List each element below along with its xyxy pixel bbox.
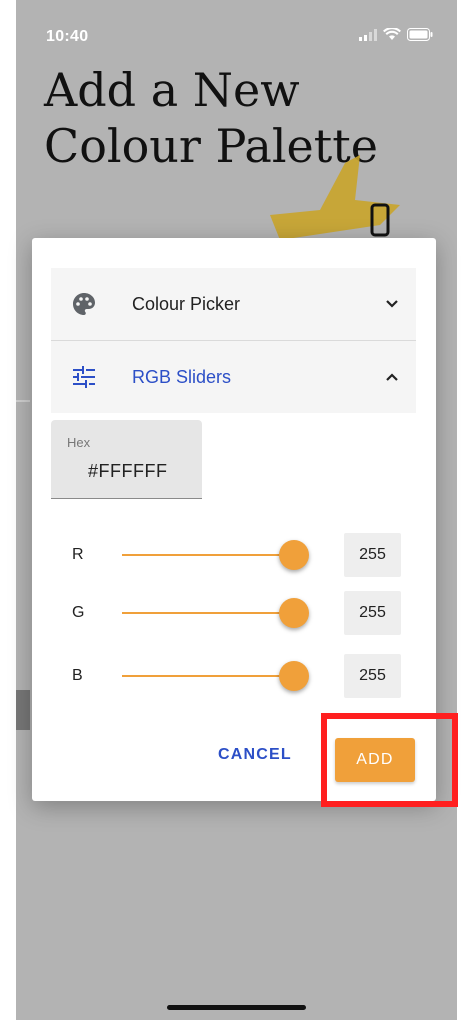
status-time: 10:40 [46,28,89,45]
slider-thumb[interactable] [279,661,309,691]
slider-row-red: R 255 [32,533,436,577]
accordion-label: Colour Picker [132,294,241,314]
accordion-label: RGB Sliders [132,367,232,387]
slider-thumb[interactable] [279,540,309,570]
home-indicator[interactable] [167,1005,306,1010]
accordion-colour-picker[interactable]: Colour Picker [51,268,416,340]
chevron-up-icon [384,369,400,385]
slider-track[interactable] [122,675,302,677]
hex-input[interactable]: Hex #FFFFFF [51,420,202,499]
wifi-icon [383,26,401,46]
status-bar: 10:40 [16,0,457,70]
chevron-down-icon [384,296,400,312]
accordion-rgb-sliders[interactable]: RGB Sliders [51,340,416,413]
hex-label: Hex [67,435,91,450]
add-palette-dialog: Colour Picker RGB Sliders Hex #FFFFFF R … [32,238,436,801]
slider-track[interactable] [122,554,302,556]
slider-label: R [72,546,84,563]
slider-value-field[interactable]: 255 [344,533,401,577]
background-block [16,690,30,730]
battery-icon [407,28,433,46]
star-illustration [260,155,420,250]
slider-track[interactable] [122,612,302,614]
slider-thumb[interactable] [279,598,309,628]
picker-accordion: Colour Picker RGB Sliders [51,268,416,413]
slider-label: G [72,604,85,621]
slider-value-field[interactable]: 255 [344,654,401,698]
slider-row-green: G 255 [32,591,436,635]
background-divider [16,400,30,402]
cancel-button[interactable]: CANCEL [218,746,292,764]
add-button[interactable]: ADD [335,738,415,782]
palette-icon [71,291,97,317]
hex-value: #FFFFFF [88,461,168,481]
sliders-icon [71,364,97,390]
signal-icon [359,28,377,46]
slider-row-blue: B 255 [32,654,436,698]
slider-value-field[interactable]: 255 [344,591,401,635]
slider-label: B [72,667,83,684]
status-icons [359,26,433,46]
